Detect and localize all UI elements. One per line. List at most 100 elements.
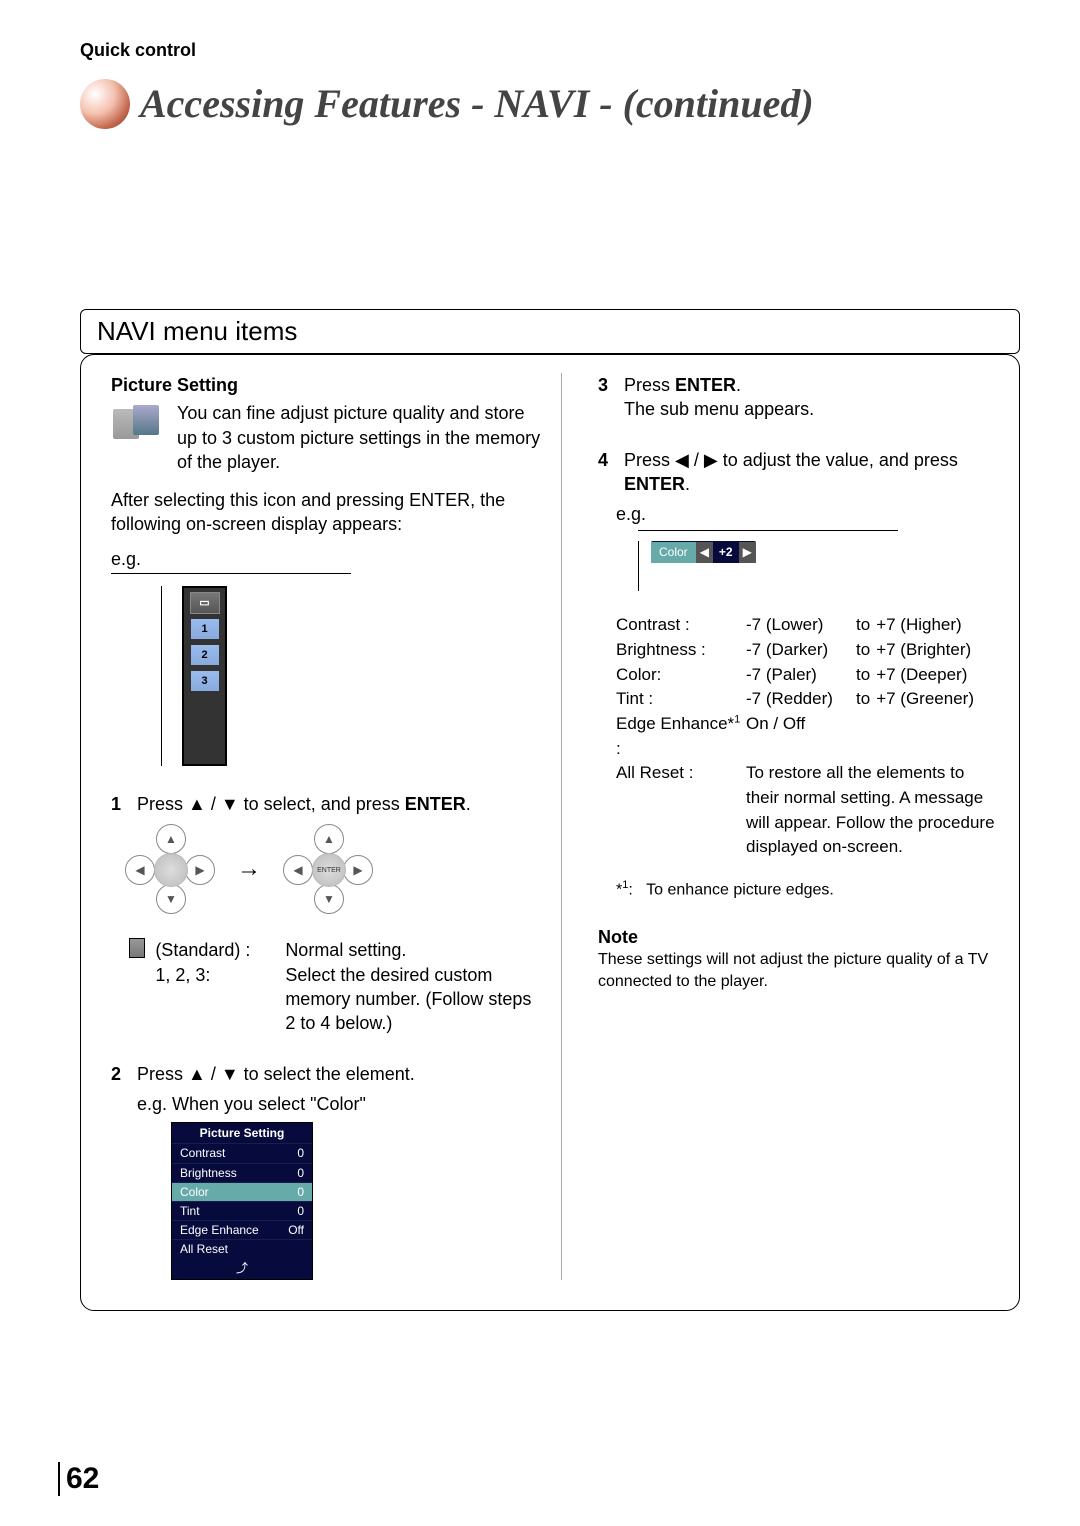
range-tint-high: +7 (Greener)	[876, 687, 974, 712]
step-4-text-a: Press	[624, 450, 675, 470]
step-2-arrows: ▲ / ▼	[188, 1064, 239, 1084]
ps-menu-title: Picture Setting	[172, 1123, 312, 1143]
step-2-number: 2	[111, 1062, 127, 1117]
eg-label-2: e.g.	[616, 502, 997, 526]
picture-setting-title: Picture Setting	[111, 373, 541, 397]
ps-row-label: Brightness	[180, 1165, 237, 1181]
picture-preset-stack: ▭ 1 2 3	[182, 586, 227, 766]
preset-1: 1	[190, 618, 220, 640]
range-contrast-label: Contrast :	[616, 613, 746, 638]
dpad-center-icon	[154, 853, 188, 887]
ps-menu-row-reset: All Reset	[172, 1239, 312, 1258]
range-color-low: -7 (Paler)	[746, 663, 856, 688]
dpad-up-icon: ▲	[156, 824, 186, 854]
standard-row: (Standard) : Normal setting. 1, 2, 3: Se…	[129, 938, 541, 1035]
ps-row-label: Edge Enhance	[180, 1222, 259, 1238]
range-brightness-label: Brightness :	[616, 638, 746, 663]
step-3-period: .	[736, 375, 741, 395]
range-color-to: to	[856, 663, 870, 688]
ps-menu-row-brightness: Brightness 0	[172, 1163, 312, 1182]
ps-menu-row-color: Color 0	[172, 1182, 312, 1201]
standard-desc: Normal setting.	[285, 938, 541, 962]
header-quick-control: Quick control	[80, 40, 1020, 61]
eg-box-1: ▭ 1 2 3	[111, 573, 351, 766]
ps-row-val: 0	[297, 1165, 304, 1181]
step-1-enter: ENTER	[405, 794, 466, 814]
step-1: 1 Press ▲ / ▼ to select, and press ENTER…	[111, 792, 541, 816]
color-adjust-pill: Color ◀ +2 ▶	[651, 541, 756, 563]
step-3-text-a: Press	[624, 375, 675, 395]
step-4-arrows: ◀ / ▶	[675, 450, 718, 470]
footnote-text: To enhance picture edges.	[646, 881, 834, 898]
left-column: Picture Setting You can fine adjust pict…	[111, 373, 562, 1280]
step-2-text-a: Press	[137, 1064, 188, 1084]
dpad-left-icon-2: ◀	[283, 855, 313, 885]
step-3: 3 Press ENTER. The sub menu appears.	[598, 373, 997, 422]
ps-row-label: Contrast	[180, 1145, 225, 1161]
picture-setting-desc: You can fine adjust picture quality and …	[177, 401, 541, 474]
range-tint-to: to	[856, 687, 870, 712]
picture-setting-menu: Picture Setting Contrast 0 Brightness 0 …	[171, 1122, 313, 1280]
range-edge-val: On / Off	[746, 712, 805, 761]
right-column: 3 Press ENTER. The sub menu appears. 4 P…	[592, 373, 997, 1280]
step-1-arrows: ▲ / ▼	[188, 794, 239, 814]
content-frame: Picture Setting You can fine adjust pict…	[80, 354, 1020, 1311]
nums-label: 1, 2, 3:	[155, 963, 285, 1036]
step-2-text-b: to select the element.	[239, 1064, 415, 1084]
dpad-down-icon-2: ▼	[314, 884, 344, 914]
ps-row-val: 0	[297, 1184, 304, 1200]
step-1-period: .	[466, 794, 471, 814]
range-edge-label: Edge Enhance*1 :	[616, 712, 746, 761]
ps-row-label: Tint	[180, 1203, 200, 1219]
section-heading: NAVI menu items	[80, 309, 1020, 354]
range-color-label: Color:	[616, 663, 746, 688]
ps-menu-return-icon: ⤴	[172, 1258, 312, 1278]
range-reset-label: All Reset :	[616, 761, 746, 786]
range-tint-label: Tint :	[616, 687, 746, 712]
range-edge-label-b: :	[616, 739, 621, 758]
step-4-number: 4	[598, 448, 614, 497]
remote-diagram: ▲ ▼ ◀ ▶ → ▲ ▼ ◀ ▶ ENTER	[125, 824, 541, 914]
range-contrast-low: -7 (Lower)	[746, 613, 856, 638]
range-tint-low: -7 (Redder)	[746, 687, 856, 712]
footnote: *1: To enhance picture edges.	[616, 878, 997, 901]
range-reset-desc: To restore all the elements to their nor…	[746, 761, 997, 860]
ps-menu-row-contrast: Contrast 0	[172, 1143, 312, 1162]
note-heading: Note	[598, 925, 997, 949]
nums-desc: Select the desired custom memory number.…	[285, 963, 541, 1036]
color-pill-value: +2	[713, 542, 739, 562]
step-4-enter: ENTER	[624, 474, 685, 494]
dpad-up-icon-2: ▲	[314, 824, 344, 854]
ps-row-label: All Reset	[180, 1241, 228, 1257]
page-number: 62	[58, 1462, 99, 1496]
dpad-right-icon-2: ▶	[343, 855, 373, 885]
step-1-text-b: to select, and press	[239, 794, 405, 814]
note-body: These settings will not adjust the pictu…	[598, 949, 997, 992]
section-heading-text: NAVI menu items	[97, 316, 297, 347]
range-contrast-to: to	[856, 613, 870, 638]
ps-row-label: Color	[180, 1184, 209, 1200]
preset-2: 2	[190, 644, 220, 666]
color-pill-right-icon: ▶	[739, 542, 756, 562]
preset-3: 3	[190, 670, 220, 692]
range-brightness-low: -7 (Darker)	[746, 638, 856, 663]
standard-mini-icon	[129, 938, 145, 958]
step-4-period: .	[685, 474, 690, 494]
step-4-text-b: to adjust the value, and press	[718, 450, 958, 470]
dpad-left: ▲ ▼ ◀ ▶	[125, 824, 215, 914]
color-pill-label: Color	[651, 542, 696, 562]
arrow-right-icon: →	[237, 853, 261, 885]
range-contrast-high: +7 (Higher)	[876, 613, 962, 638]
dpad-right: ▲ ▼ ◀ ▶ ENTER	[283, 824, 373, 914]
standard-label: (Standard) :	[155, 938, 285, 962]
page-title: Accessing Features - NAVI - (continued)	[140, 84, 814, 124]
title-sphere-icon	[80, 79, 130, 129]
ps-menu-row-edge: Edge Enhance Off	[172, 1220, 312, 1239]
eg-label-1: e.g.	[111, 547, 541, 571]
picture-setting-icon	[111, 401, 165, 449]
step-1-text-a: Press	[137, 794, 188, 814]
eg-box-2: Color ◀ +2 ▶	[638, 530, 898, 591]
preset-standard-icon: ▭	[190, 592, 220, 614]
ps-row-val: 0	[297, 1145, 304, 1161]
range-edge-label-a: Edge Enhance*	[616, 714, 734, 733]
